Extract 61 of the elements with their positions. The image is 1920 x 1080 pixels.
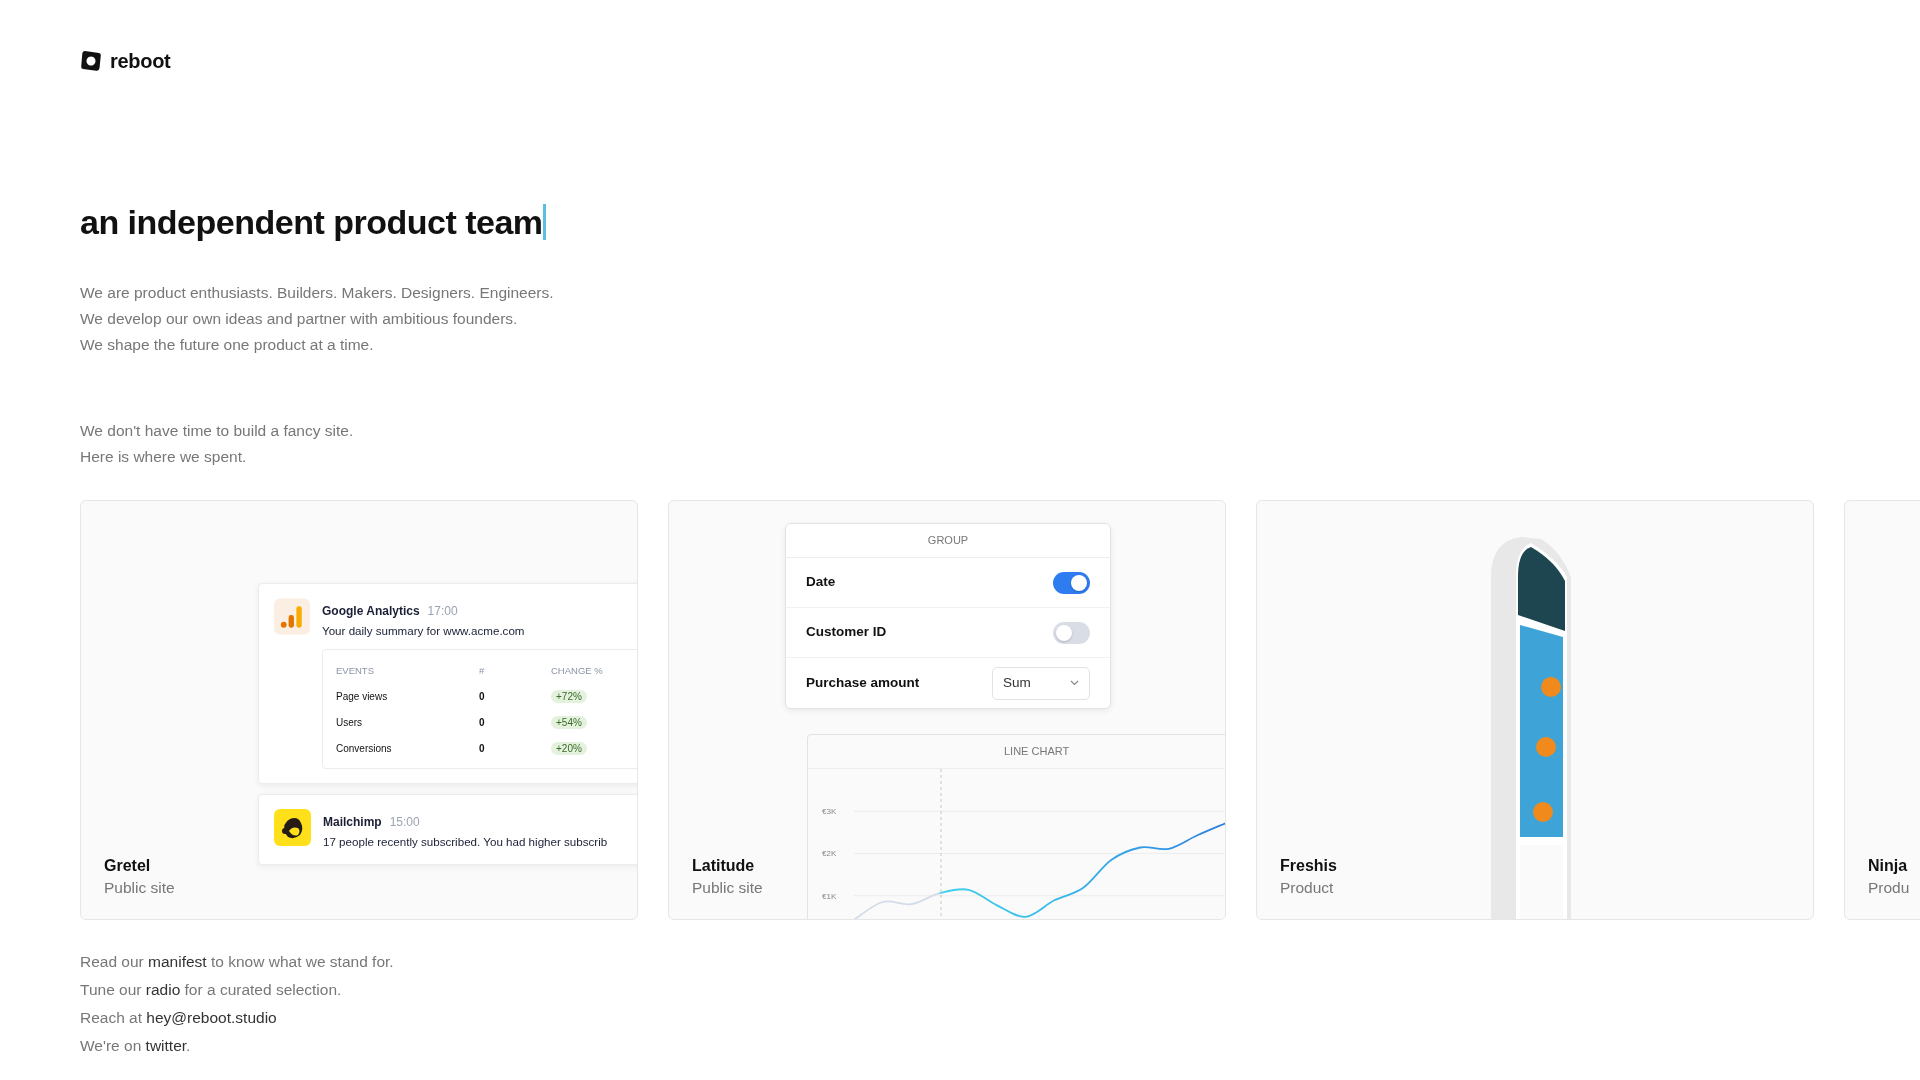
table-cell-text: 0 [479, 716, 486, 731]
headline: an independent product team [80, 203, 543, 241]
project-name: Gretel [104, 856, 152, 876]
table-cell-text: Conversions [336, 742, 393, 757]
column-header: # [479, 664, 486, 679]
chart-title: LINE CHART [808, 735, 1225, 769]
change-pill: +54% [551, 716, 587, 730]
footer-link[interactable]: manifest [148, 953, 207, 970]
setting-label: Purchase amount [806, 673, 920, 692]
intro-text: We shape the future one product at a time. [80, 335, 375, 355]
footer-text: We're on twitter. [80, 1036, 192, 1056]
project-card[interactable]: GROUP Date Customer ID Purchase amount Sum LINE CHART €3K €2K €1K Latitude Public site [668, 500, 1226, 920]
setting-label: Customer ID [806, 623, 887, 642]
footer-link[interactable]: twitter [145, 1037, 187, 1054]
intro-text: We develop our own ideas and partner with ambitious founders. [80, 309, 519, 329]
project-category: Public site [104, 878, 175, 898]
note-text: Here is where we spent. [80, 447, 248, 467]
project-name: Latitude [692, 856, 756, 876]
select-dropdown[interactable]: Sum [992, 666, 1090, 700]
table-cell-text: 0 [479, 742, 486, 757]
column-header: EVENTS [336, 664, 375, 679]
footer-text: Read our manifest to know what we stand for. [80, 952, 395, 972]
panel-title: GROUP [786, 524, 1110, 558]
project-category: Product [1280, 878, 1335, 898]
project-card[interactable]: Ninja Produ [1844, 500, 1920, 920]
footer-text: Reach at hey@reboot.studio [80, 1008, 278, 1028]
app-name: Google Analytics [322, 604, 420, 618]
axis-tick-label: €3K [822, 807, 837, 817]
toggle-switch[interactable] [1053, 571, 1090, 594]
project-name: Ninja [1868, 856, 1909, 876]
notification-time: 17:00 [427, 604, 458, 618]
table-cell-text: Users [336, 716, 364, 731]
project-card[interactable] [80, 500, 638, 920]
footer-link[interactable]: radio [145, 981, 181, 998]
monkey-icon [274, 809, 311, 846]
setting-label: Date [806, 573, 836, 592]
notification-time: 15:00 [389, 815, 420, 829]
project-category: Produ [1868, 878, 1910, 898]
logo-icon [80, 50, 102, 72]
change-pill: +72% [551, 690, 587, 704]
column-header: CHANGE % [551, 664, 604, 679]
project-card[interactable]: Freshis Product [1256, 500, 1814, 920]
text-cursor [542, 204, 546, 240]
app-name: Mailchimp [323, 815, 382, 829]
change-pill: +20% [551, 742, 587, 756]
project-category: Public site [692, 878, 763, 898]
footer-text: Tune our radio for a curated selection. [80, 980, 343, 1000]
toggle-switch[interactable] [1053, 621, 1090, 644]
intro-text: We are product enthusiasts. Builders. Makers. Designers. Engineers. [80, 283, 555, 303]
bar-chart-icon [274, 598, 310, 635]
chevron-down-icon [1070, 680, 1079, 686]
note-text: We don't have time to build a fancy site. [80, 421, 355, 441]
axis-tick-label: €1K [822, 891, 837, 901]
project-name: Freshis [1280, 856, 1337, 876]
table-cell-text: Page views [336, 690, 389, 705]
table-cell-text: 0 [479, 690, 486, 705]
axis-tick-label: €2K [822, 849, 837, 859]
brand-name[interactable]: reboot [110, 46, 171, 76]
footer-link[interactable]: hey@reboot.studio [146, 1009, 277, 1026]
notification-message: 17 people recently subscribed. You had higher subscrib [323, 834, 608, 850]
notification-message: Your daily summary for www.acme.com [322, 623, 526, 639]
